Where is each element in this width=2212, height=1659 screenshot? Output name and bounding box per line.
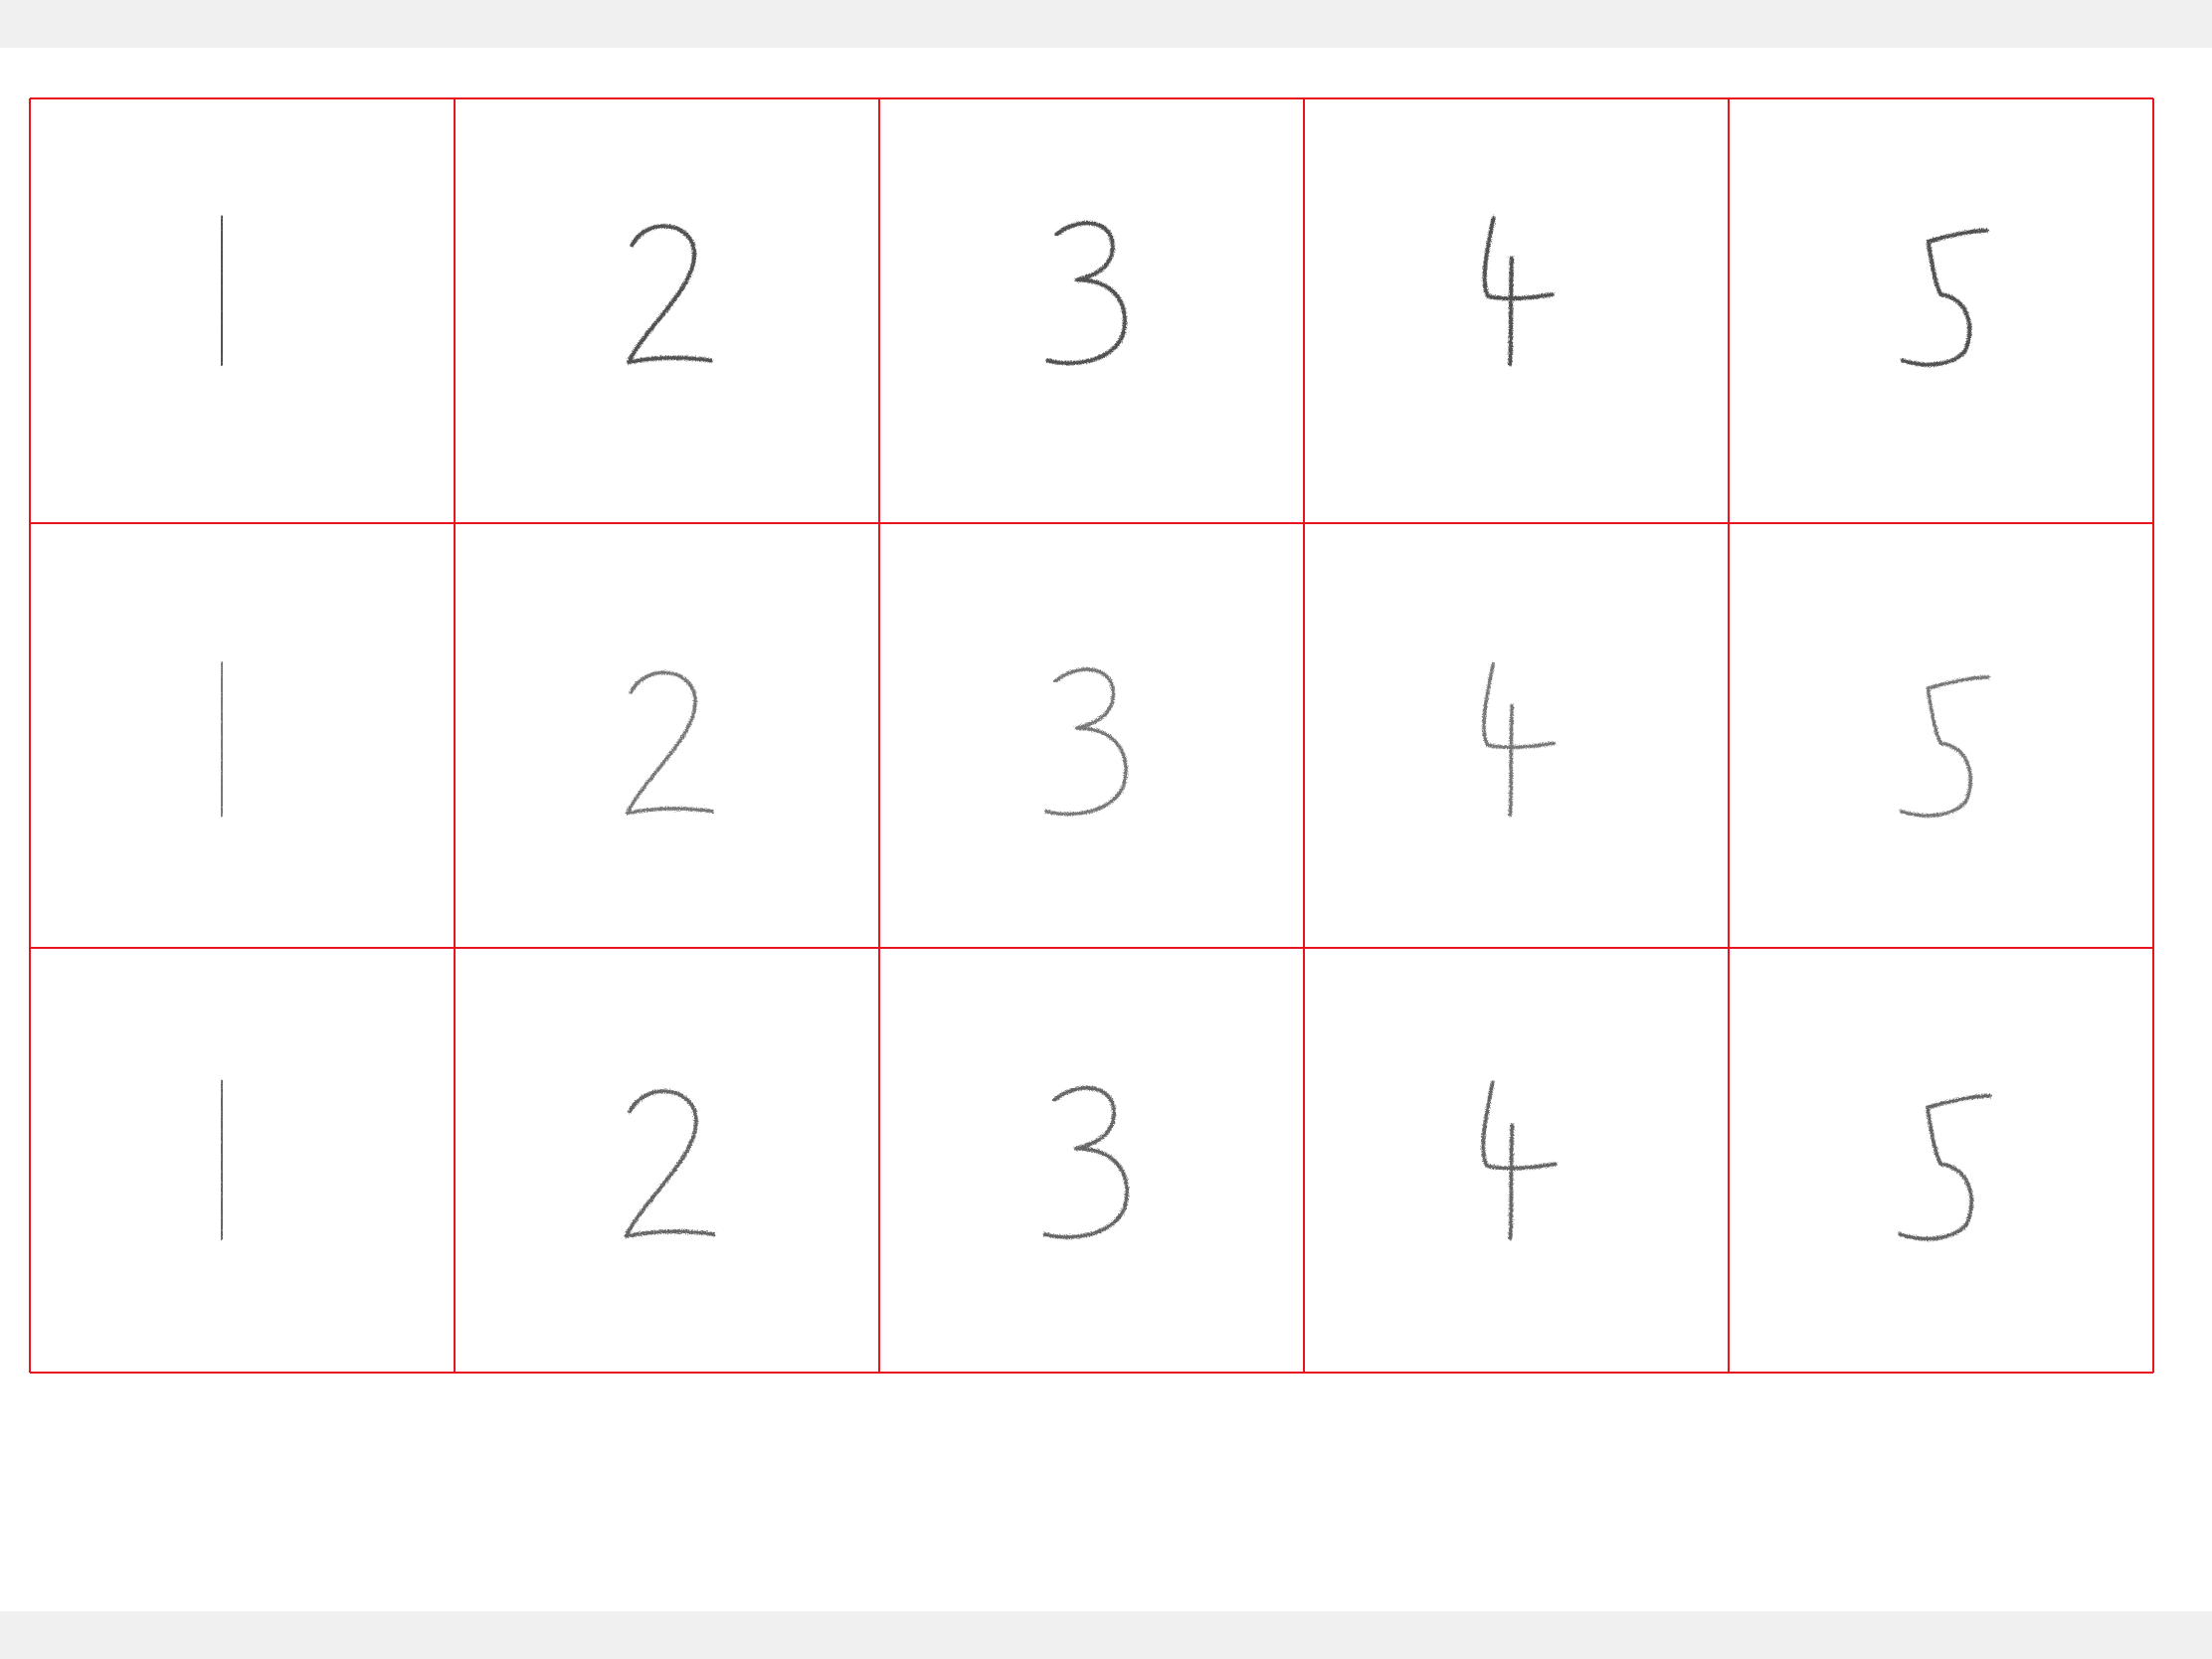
handwritten-digit-5: [1898, 1093, 1992, 1241]
digit-cells: [219, 215, 1992, 1241]
handwritten-digit-1: [219, 661, 225, 818]
handwritten-digit-5: [1899, 675, 1990, 818]
top-toolbar-strip: [0, 0, 2212, 48]
handwritten-digit-5: [1900, 228, 1989, 367]
handwritten-digit-4: [1482, 215, 1555, 367]
handwritten-digit-3: [1045, 221, 1127, 366]
handwritten-digit-1: [219, 1080, 225, 1240]
handwritten-digit-2: [625, 670, 714, 816]
document-page: 1: [0, 48, 2212, 1639]
handwritten-digit-2: [624, 1089, 716, 1238]
handwriting-grid: [29, 97, 2154, 1374]
handwritten-digit-3: [1044, 667, 1128, 817]
grid-lines: [29, 97, 2154, 1374]
handwritten-digit-2: [626, 224, 713, 365]
bottom-toolbar-strip: [0, 1611, 2212, 1659]
handwritten-digit-3: [1042, 1085, 1130, 1239]
handwritten-digit-4: [1481, 1080, 1558, 1240]
handwritten-digit-1: [219, 215, 225, 367]
handwritten-digit-4: [1482, 661, 1556, 818]
